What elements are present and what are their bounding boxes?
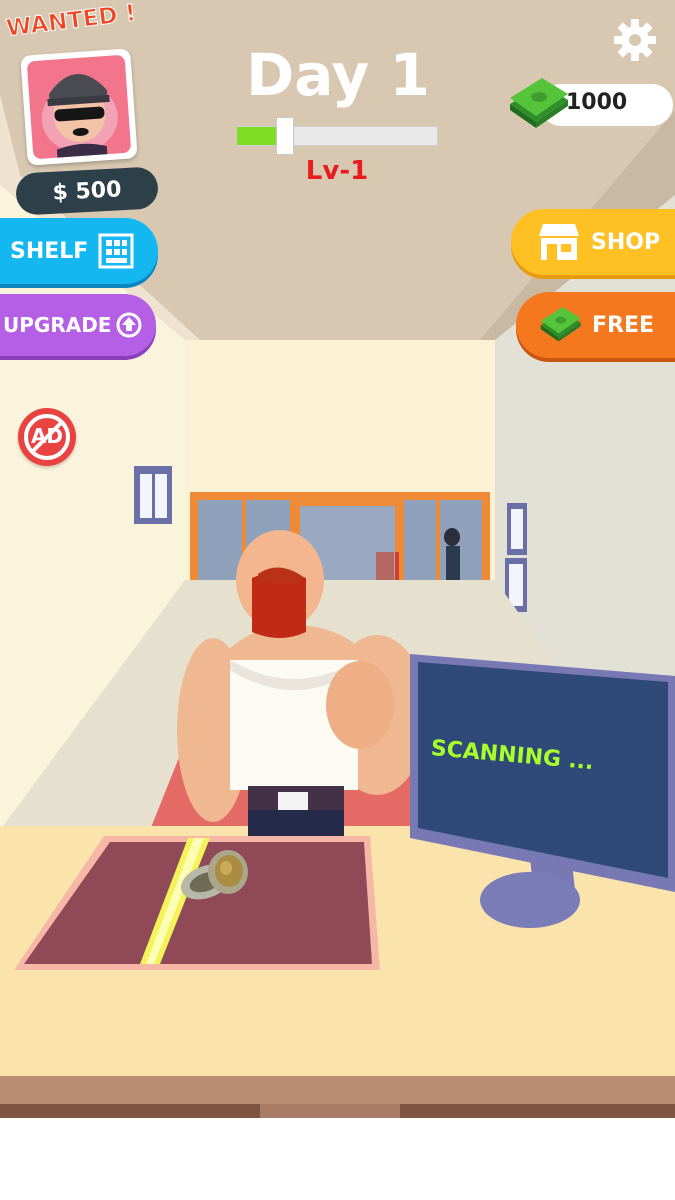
bottom-blank-area <box>0 1118 675 1200</box>
settings-gear-icon[interactable] <box>612 17 658 63</box>
wanted-poster[interactable]: WANTED ! <box>4 0 156 168</box>
muscular-customer-character <box>177 530 427 840</box>
free-cash-button[interactable]: FREE <box>516 292 675 358</box>
upgrade-arrow-icon <box>116 312 142 338</box>
level-label: Lv-1 <box>305 156 369 186</box>
shop-button-label: SHOP <box>591 229 661 255</box>
bounty-amount: $ 500 <box>51 176 123 206</box>
thief-avatar <box>27 55 131 159</box>
level-progress-bar <box>236 117 438 155</box>
store-icon <box>539 224 579 260</box>
suspect-portrait <box>20 48 138 166</box>
shelf-button-label: SHELF <box>10 238 89 264</box>
day-title: Day 1 <box>246 41 430 109</box>
bounty-badge: $ 500 <box>14 166 160 216</box>
level-progress-knob <box>276 117 295 155</box>
upgrade-button[interactable]: UPGRADE <box>0 294 156 356</box>
free-button-label: FREE <box>592 312 655 338</box>
shop-button[interactable]: SHOP <box>511 209 675 275</box>
shelf-icon <box>98 233 134 269</box>
free-cash-stack-icon <box>540 307 581 342</box>
no-ads-slash-icon <box>24 414 70 460</box>
shelf-button[interactable]: SHELF <box>0 218 158 284</box>
ring-item[interactable] <box>176 842 256 908</box>
upgrade-button-label: UPGRADE <box>3 313 112 337</box>
cash-amount: 1000 <box>566 90 628 115</box>
cash-stack-icon <box>510 78 568 128</box>
no-ads-button[interactable]: AD <box>18 408 76 466</box>
scanner-monitor <box>410 654 675 928</box>
